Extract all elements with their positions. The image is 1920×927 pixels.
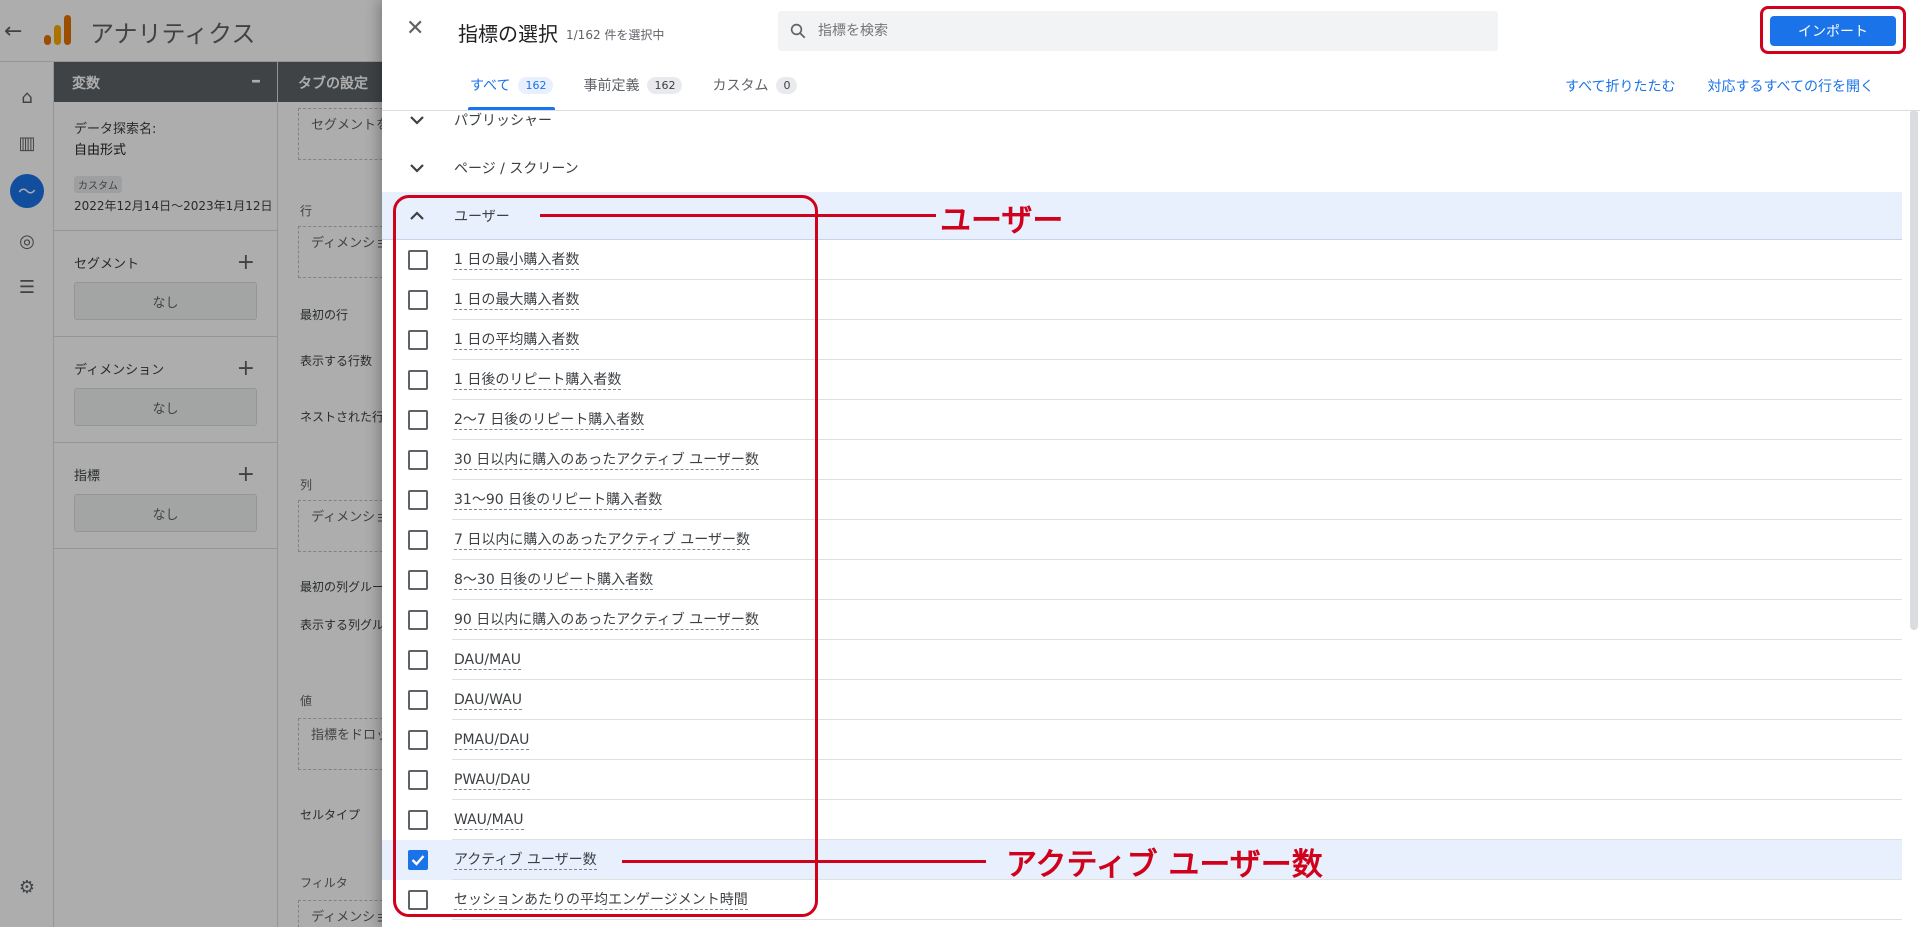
checkbox[interactable] (408, 490, 428, 510)
metric-item-label: PWAU/DAU (454, 771, 531, 790)
metric-item[interactable]: WAU/MAU (382, 800, 1902, 840)
row-divider (452, 919, 1902, 920)
metric-item-label: DAU/WAU (454, 691, 522, 710)
import-button[interactable]: インポート (1770, 16, 1896, 46)
check-icon (411, 855, 425, 866)
chevron-down-icon (404, 115, 430, 125)
tab-all-label: すべて (470, 78, 511, 94)
metric-item-label: 1 日の平均購入者数 (454, 331, 580, 350)
select-metrics-dialog: ✕ 指標の選択 1/162 件を選択中 インポート すべて 162 事前定義 1… (382, 0, 1920, 927)
metric-item[interactable]: 90 日以内に購入のあったアクティブ ユーザー数 (382, 600, 1902, 640)
metric-item[interactable]: 8～30 日後のリピート購入者数 (382, 560, 1902, 600)
metric-item[interactable]: PWAU/DAU (382, 760, 1902, 800)
annotation-user-line (540, 214, 936, 217)
metric-item-label: 30 日以内に購入のあったアクティブ ユーザー数 (454, 451, 759, 470)
metric-item[interactable]: PMAU/DAU (382, 720, 1902, 760)
metric-item-label: 7 日以内に購入のあったアクティブ ユーザー数 (454, 531, 750, 550)
metric-item[interactable]: 2～7 日後のリピート購入者数 (382, 400, 1902, 440)
checkbox[interactable] (408, 610, 428, 630)
metric-item-label: 8～30 日後のリピート購入者数 (454, 571, 654, 590)
metric-item[interactable]: 30 日以内に購入のあったアクティブ ユーザー数 (382, 440, 1902, 480)
tab-predefined-count: 162 (647, 76, 683, 94)
checkbox[interactable] (408, 770, 428, 790)
checkbox[interactable] (408, 330, 428, 350)
import-button-highlight: インポート (1760, 6, 1906, 54)
expand-matching-link[interactable]: 対応するすべての行を開く (1708, 76, 1874, 96)
dialog-title: 指標の選択 (458, 22, 558, 46)
search-input[interactable] (818, 23, 1478, 39)
group-page-screen[interactable]: ページ / スクリーン (382, 144, 1902, 192)
checkbox[interactable] (408, 410, 428, 430)
metric-item-label: DAU/MAU (454, 651, 521, 670)
metric-item[interactable]: 31～90 日後のリピート購入者数 (382, 480, 1902, 520)
metric-item[interactable]: DAU/MAU (382, 640, 1902, 680)
tab-all-count: 162 (518, 76, 554, 94)
metric-item-label: 2～7 日後のリピート購入者数 (454, 411, 645, 430)
list-actions: すべて折りたたむ 対応するすべての行を開く (1565, 76, 1874, 96)
metric-item-label: 1 日後のリピート購入者数 (454, 371, 622, 390)
group-user-label: ユーザー (454, 208, 510, 225)
tab-predefined-label: 事前定義 (583, 78, 640, 94)
checkbox[interactable] (408, 730, 428, 750)
search-field[interactable] (778, 11, 1498, 51)
checkbox[interactable] (408, 650, 428, 670)
group-publisher[interactable]: パブリッシャー (382, 96, 1902, 144)
metric-item[interactable]: 1 日の最大購入者数 (382, 280, 1902, 320)
checkbox[interactable] (408, 570, 428, 590)
close-icon[interactable]: ✕ (406, 16, 424, 41)
collapse-all-link[interactable]: すべて折りたたむ (1565, 76, 1675, 96)
checkbox-checked[interactable] (408, 850, 428, 870)
metric-item-label: WAU/MAU (454, 811, 524, 830)
metric-item-label: 1 日の最大購入者数 (454, 291, 580, 310)
metric-item-label: 31～90 日後のリピート購入者数 (454, 491, 663, 510)
chevron-down-icon (404, 163, 430, 173)
group-publisher-label: パブリッシャー (454, 113, 552, 129)
search-icon (778, 11, 818, 51)
metric-item[interactable]: 7 日以内に購入のあったアクティブ ユーザー数 (382, 520, 1902, 560)
selected-count: 1/162 件を選択中 (566, 28, 665, 42)
metric-item-label: 90 日以内に購入のあったアクティブ ユーザー数 (454, 611, 759, 630)
checkbox[interactable] (408, 290, 428, 310)
annotation-active-users-label: アクティブ ユーザー数 (1006, 847, 1323, 883)
checkbox[interactable] (408, 810, 428, 830)
chevron-up-icon (404, 210, 430, 221)
metric-item[interactable]: 1 日後のリピート購入者数 (382, 360, 1902, 400)
metric-item[interactable]: セッションあたりの平均エンゲージメント時間 (382, 880, 1902, 920)
tab-custom-label: カスタム (712, 78, 769, 94)
metric-item[interactable]: 1 日の平均購入者数 (382, 320, 1902, 360)
checkbox[interactable] (408, 530, 428, 550)
metric-item[interactable]: 1 日の最小購入者数 (382, 240, 1902, 280)
metric-item-label: 1 日の最小購入者数 (454, 251, 580, 270)
metric-item-label: PMAU/DAU (454, 731, 530, 750)
tab-custom-count: 0 (776, 76, 798, 94)
checkbox[interactable] (408, 370, 428, 390)
checkbox[interactable] (408, 690, 428, 710)
dialog-scrollbar[interactable] (1910, 110, 1918, 630)
metric-item-label: セッションあたりの平均エンゲージメント時間 (454, 891, 748, 910)
checkbox[interactable] (408, 450, 428, 470)
metric-item-label: アクティブ ユーザー数 (454, 851, 597, 870)
checkbox[interactable] (408, 890, 428, 910)
annotation-active-users-line (622, 860, 986, 863)
group-page-screen-label: ページ / スクリーン (454, 161, 579, 177)
metric-item[interactable]: DAU/WAU (382, 680, 1902, 720)
checkbox[interactable] (408, 250, 428, 270)
annotation-user-label: ユーザー (940, 203, 1064, 239)
